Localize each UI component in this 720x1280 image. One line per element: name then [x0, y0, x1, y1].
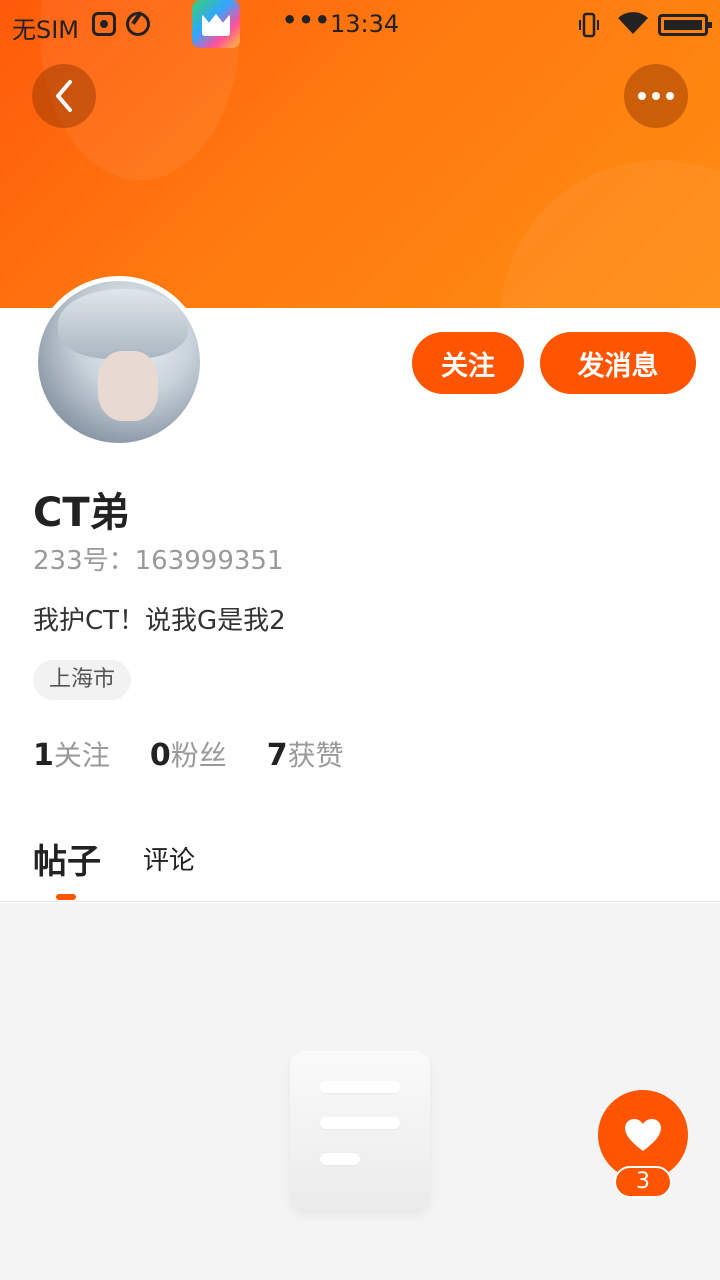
notification-sync-icon — [126, 12, 150, 36]
battery-icon — [658, 14, 712, 36]
tab-posts[interactable]: 帖子 — [33, 834, 101, 883]
stat-count: 7 — [266, 738, 288, 773]
notification-app-icon — [92, 12, 116, 36]
stat-label: 关注 — [53, 739, 110, 772]
app-crown-icon — [192, 0, 240, 48]
follow-button[interactable]: 关注 — [412, 332, 524, 394]
followers-stat[interactable]: 0 粉丝 — [150, 734, 227, 774]
more-notifications-indicator: ••• — [282, 6, 332, 34]
user-id-label: 233号： — [33, 546, 135, 576]
user-id-value: 163999351 — [134, 546, 284, 576]
posts-empty-state — [0, 903, 720, 1280]
username: CT弟 — [33, 490, 130, 536]
like-count-badge: 3 — [614, 1166, 672, 1198]
document-line — [320, 1081, 400, 1093]
tab-comments[interactable]: 评论 — [143, 840, 195, 877]
clock: 13:34 — [330, 10, 400, 38]
user-id: 233号：163999351 — [33, 540, 284, 577]
avatar-image — [38, 281, 200, 443]
chevron-left-icon — [56, 80, 72, 112]
more-dots-icon — [638, 92, 646, 100]
active-tab-indicator — [56, 894, 76, 900]
more-dots-icon — [652, 92, 660, 100]
document-line — [320, 1117, 400, 1129]
profile-tabs: 帖子 评论 — [0, 820, 720, 902]
stat-count: 1 — [33, 738, 54, 773]
stat-label: 粉丝 — [170, 739, 227, 772]
stat-label: 获赞 — [287, 739, 344, 772]
likes-stat: 7 获赞 — [267, 734, 344, 774]
more-dots-icon — [666, 92, 674, 100]
banner-decoration — [500, 160, 720, 308]
profile-stats: 1 关注 0 粉丝 7 获赞 — [33, 734, 384, 774]
back-button[interactable] — [32, 64, 96, 128]
location-tag: 上海市 — [33, 660, 132, 700]
more-options-button[interactable] — [624, 64, 688, 128]
vibrate-icon — [579, 12, 599, 38]
carrier-text: 无SIM — [12, 16, 80, 44]
bio: 我护CT！说我G是我2 — [33, 606, 286, 636]
wifi-icon — [618, 12, 648, 34]
heart-icon — [625, 1119, 661, 1151]
following-stat[interactable]: 1 关注 — [33, 734, 110, 774]
send-message-button[interactable]: 发消息 — [540, 332, 696, 394]
avatar[interactable] — [33, 276, 205, 448]
document-line — [320, 1153, 360, 1165]
empty-document-icon — [290, 1051, 430, 1209]
status-bar: 无SIM ••• 13:34 — [0, 0, 720, 50]
stat-count: 0 — [149, 738, 171, 773]
